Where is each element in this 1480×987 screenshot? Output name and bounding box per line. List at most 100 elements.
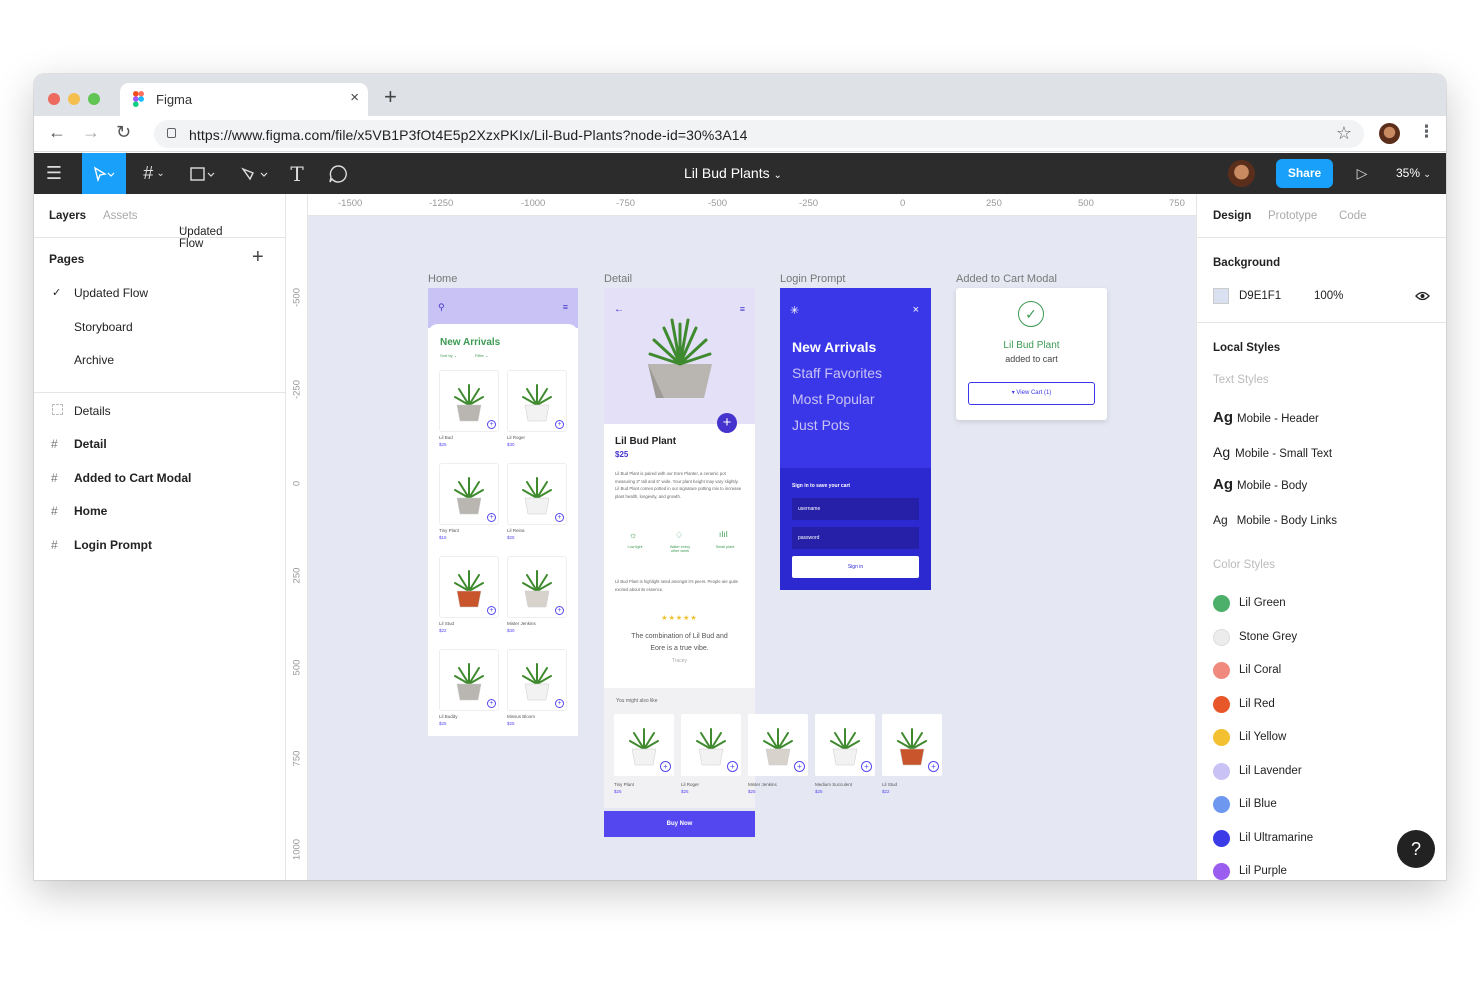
- add-to-cart-button[interactable]: +: [717, 413, 737, 433]
- menu-icon[interactable]: ☰: [42, 153, 66, 194]
- login-menu-item[interactable]: New Arrivals: [792, 339, 876, 355]
- add-icon[interactable]: +: [555, 420, 564, 429]
- add-icon[interactable]: +: [555, 606, 564, 615]
- signin-button[interactable]: Sign in: [792, 556, 919, 578]
- home-frame[interactable]: ⚲ ≡ New Arrivals Sort by ⌄ Filter ⌄ + Lil…: [428, 288, 578, 736]
- product-card[interactable]: + Lil Buddy $25: [439, 649, 499, 733]
- suggestion-card[interactable]: + Medium Succulent $25: [815, 714, 875, 794]
- login-menu-item[interactable]: Most Popular: [792, 391, 874, 407]
- zoom-menu[interactable]: 35% ⌄: [1396, 166, 1431, 180]
- present-button[interactable]: ▷: [1352, 153, 1372, 194]
- user-avatar[interactable]: [1228, 160, 1255, 187]
- menu-icon[interactable]: ≡: [740, 304, 745, 314]
- password-field[interactable]: password: [792, 527, 919, 549]
- add-icon[interactable]: +: [555, 513, 564, 522]
- suggestion-card[interactable]: + Lil Stud $22: [882, 714, 942, 794]
- color-style-item[interactable]: Lil Coral: [1197, 662, 1446, 682]
- login-menu-item[interactable]: Just Pots: [792, 417, 850, 433]
- url-field[interactable]: https://www.figma.com/file/x5VB1P3fOt4E5…: [154, 120, 1364, 148]
- suggestion-card[interactable]: + Tiny Plant $25: [614, 714, 674, 794]
- menu-icon[interactable]: ≡: [563, 302, 568, 312]
- add-page-button[interactable]: +: [252, 246, 272, 269]
- product-card[interactable]: + Lil Stud $22: [439, 556, 499, 640]
- suggestion-card[interactable]: + Lil Roger $25: [681, 714, 741, 794]
- color-style-item[interactable]: Stone Grey: [1197, 628, 1446, 649]
- minimize-window-button[interactable]: [68, 93, 80, 105]
- eye-icon[interactable]: [1415, 291, 1430, 301]
- cart-modal-frame[interactable]: ✓ Lil Bud Plant added to cart ▾ View Car…: [956, 288, 1107, 420]
- move-tool-button[interactable]: [82, 153, 126, 194]
- color-style-item[interactable]: Lil Green: [1197, 595, 1446, 615]
- color-style-item[interactable]: Lil Lavender: [1197, 762, 1446, 783]
- add-icon[interactable]: +: [487, 699, 496, 708]
- add-icon[interactable]: +: [487, 606, 496, 615]
- avatar[interactable]: [1379, 123, 1400, 144]
- tab-prototype[interactable]: Prototype: [1268, 210, 1317, 222]
- frame-label-login[interactable]: Login Prompt: [780, 273, 845, 285]
- tab-assets[interactable]: Assets: [103, 210, 138, 222]
- back-arrow-icon[interactable]: ←: [614, 304, 624, 315]
- tab-code[interactable]: Code: [1339, 210, 1367, 222]
- add-icon[interactable]: +: [487, 513, 496, 522]
- product-card[interactable]: + Lil Reina $25: [507, 463, 567, 547]
- add-icon[interactable]: +: [794, 761, 805, 772]
- login-menu-item[interactable]: Staff Favorites: [792, 365, 882, 381]
- search-icon[interactable]: ⚲: [438, 302, 445, 313]
- canvas[interactable]: -1500 -1250 -1000 -750 -500 -250 0 250 5…: [286, 194, 1196, 880]
- back-icon[interactable]: ←: [48, 122, 66, 143]
- frame-tool-button[interactable]: # ⌄: [136, 153, 172, 194]
- star-icon[interactable]: ☆: [1336, 123, 1352, 144]
- color-style-item[interactable]: Lil Blue: [1197, 796, 1446, 816]
- sort-control[interactable]: Sort by ⌄: [440, 353, 457, 358]
- new-tab-button[interactable]: +: [384, 84, 397, 110]
- close-window-button[interactable]: [48, 93, 60, 105]
- tab-design[interactable]: Design: [1213, 210, 1251, 222]
- text-style-item[interactable]: Ag Mobile - Small Text: [1213, 444, 1332, 460]
- login-frame[interactable]: ✳ × New Arrivals Staff Favorites Most Po…: [780, 288, 931, 590]
- product-card[interactable]: + Lil Roger $30: [507, 370, 567, 454]
- help-button[interactable]: ?: [1397, 830, 1435, 868]
- product-card[interactable]: + Mister Jenkins $30: [507, 556, 567, 640]
- more-icon[interactable]: ⋮: [1418, 122, 1435, 142]
- forward-icon[interactable]: →: [82, 122, 100, 143]
- username-field[interactable]: username: [792, 498, 919, 520]
- add-icon[interactable]: +: [928, 761, 939, 772]
- tab-close-button[interactable]: ×: [350, 89, 359, 106]
- add-icon[interactable]: +: [487, 420, 496, 429]
- buy-now-button[interactable]: Buy Now: [604, 811, 755, 837]
- frame-label-modal[interactable]: Added to Cart Modal: [956, 273, 1057, 285]
- filter-control[interactable]: Filter ⌄: [475, 353, 488, 358]
- tab-layers[interactable]: Layers: [49, 210, 86, 222]
- add-icon[interactable]: +: [727, 761, 738, 772]
- shape-tool-button[interactable]: [184, 153, 220, 194]
- product-card[interactable]: + Tiny Plant $15: [439, 463, 499, 547]
- add-icon[interactable]: +: [660, 761, 671, 772]
- text-tool-button[interactable]: T: [284, 153, 310, 194]
- detail-frame[interactable]: ← ≡ + Lil Bud Plant $25 Lil Bud Plant is…: [604, 288, 755, 688]
- background-swatch[interactable]: [1213, 288, 1229, 304]
- add-icon[interactable]: +: [555, 699, 564, 708]
- file-title-menu[interactable]: Lil Bud Plants ⌄: [684, 165, 782, 181]
- product-card[interactable]: + Missus Bloom $25: [507, 649, 567, 733]
- background-opacity[interactable]: 100%: [1314, 290, 1343, 302]
- view-cart-button[interactable]: ▾ View Cart (1): [968, 382, 1095, 405]
- frame-label-detail[interactable]: Detail: [604, 273, 632, 285]
- background-hex[interactable]: D9E1F1: [1239, 290, 1281, 302]
- product-card[interactable]: + Lil Bud $25: [439, 370, 499, 454]
- share-button[interactable]: Share: [1276, 159, 1333, 188]
- frame-label-home[interactable]: Home: [428, 273, 457, 285]
- reload-icon[interactable]: ↻: [116, 122, 131, 143]
- color-style-item[interactable]: Lil Red: [1197, 695, 1446, 716]
- text-style-item[interactable]: Ag Mobile - Body Links: [1213, 513, 1337, 527]
- browser-tab[interactable]: Figma ×: [120, 83, 368, 116]
- comment-tool-button[interactable]: [324, 153, 352, 194]
- close-icon[interactable]: ×: [913, 304, 919, 316]
- add-icon[interactable]: +: [861, 761, 872, 772]
- text-style-item[interactable]: Ag Mobile - Header: [1213, 409, 1319, 426]
- ruler-tick: -500: [708, 198, 728, 209]
- pen-tool-button[interactable]: [234, 153, 274, 194]
- text-style-item[interactable]: Ag Mobile - Body: [1213, 476, 1307, 493]
- color-style-item[interactable]: Lil Yellow: [1197, 729, 1446, 749]
- suggestion-card[interactable]: + Mister Jenkins $25: [748, 714, 808, 794]
- maximize-window-button[interactable]: [88, 93, 100, 105]
